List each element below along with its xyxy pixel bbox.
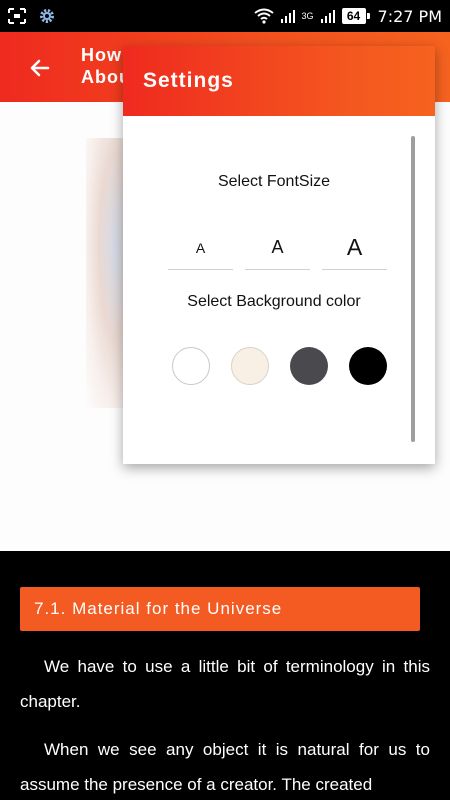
paragraph: When we see any object it is natural for… [20, 740, 430, 794]
color-white-swatch[interactable] [172, 347, 210, 385]
signal-icon [280, 9, 296, 23]
reading-area: 7.1. Material for the Universe We have t… [0, 551, 450, 800]
status-bar: 3G 64 7:27 PM [0, 0, 450, 32]
background-color-options [172, 347, 387, 385]
article-body: We have to use a little bit of terminolo… [20, 649, 430, 800]
background-color-label: Select Background color [187, 293, 361, 310]
signal-icon [320, 9, 336, 23]
network-type-label: 3G [301, 11, 314, 21]
settings-dialog: Settings Select FontSize A A A Select Ba… [123, 46, 435, 464]
paragraph: We have to use a little bit of terminolo… [20, 657, 430, 711]
arrow-back-icon [30, 59, 50, 77]
color-gray-swatch[interactable] [290, 347, 328, 385]
wifi-icon [253, 8, 274, 24]
scrollbar[interactable] [411, 136, 415, 442]
dialog-header: Settings [123, 46, 435, 116]
section-header: 7.1. Material for the Universe [20, 587, 420, 631]
color-black-swatch[interactable] [349, 347, 387, 385]
screen: 3G 64 7:27 PM How Abou 7.1. Material for… [0, 0, 450, 800]
font-size-large-button[interactable]: A [322, 226, 387, 270]
clock: 7:27 PM [377, 6, 442, 26]
battery-icon: 64 [341, 8, 370, 24]
dialog-title: Settings [143, 69, 234, 92]
font-size-options: A A A [168, 226, 387, 270]
font-size-medium-button[interactable]: A [245, 226, 310, 270]
font-size-label: Select FontSize [217, 173, 331, 190]
back-button[interactable] [24, 52, 56, 84]
settings-gear-icon [38, 7, 56, 25]
screenshot-icon [8, 8, 26, 24]
font-size-small-button[interactable]: A [168, 226, 233, 270]
color-cream-swatch[interactable] [231, 347, 269, 385]
